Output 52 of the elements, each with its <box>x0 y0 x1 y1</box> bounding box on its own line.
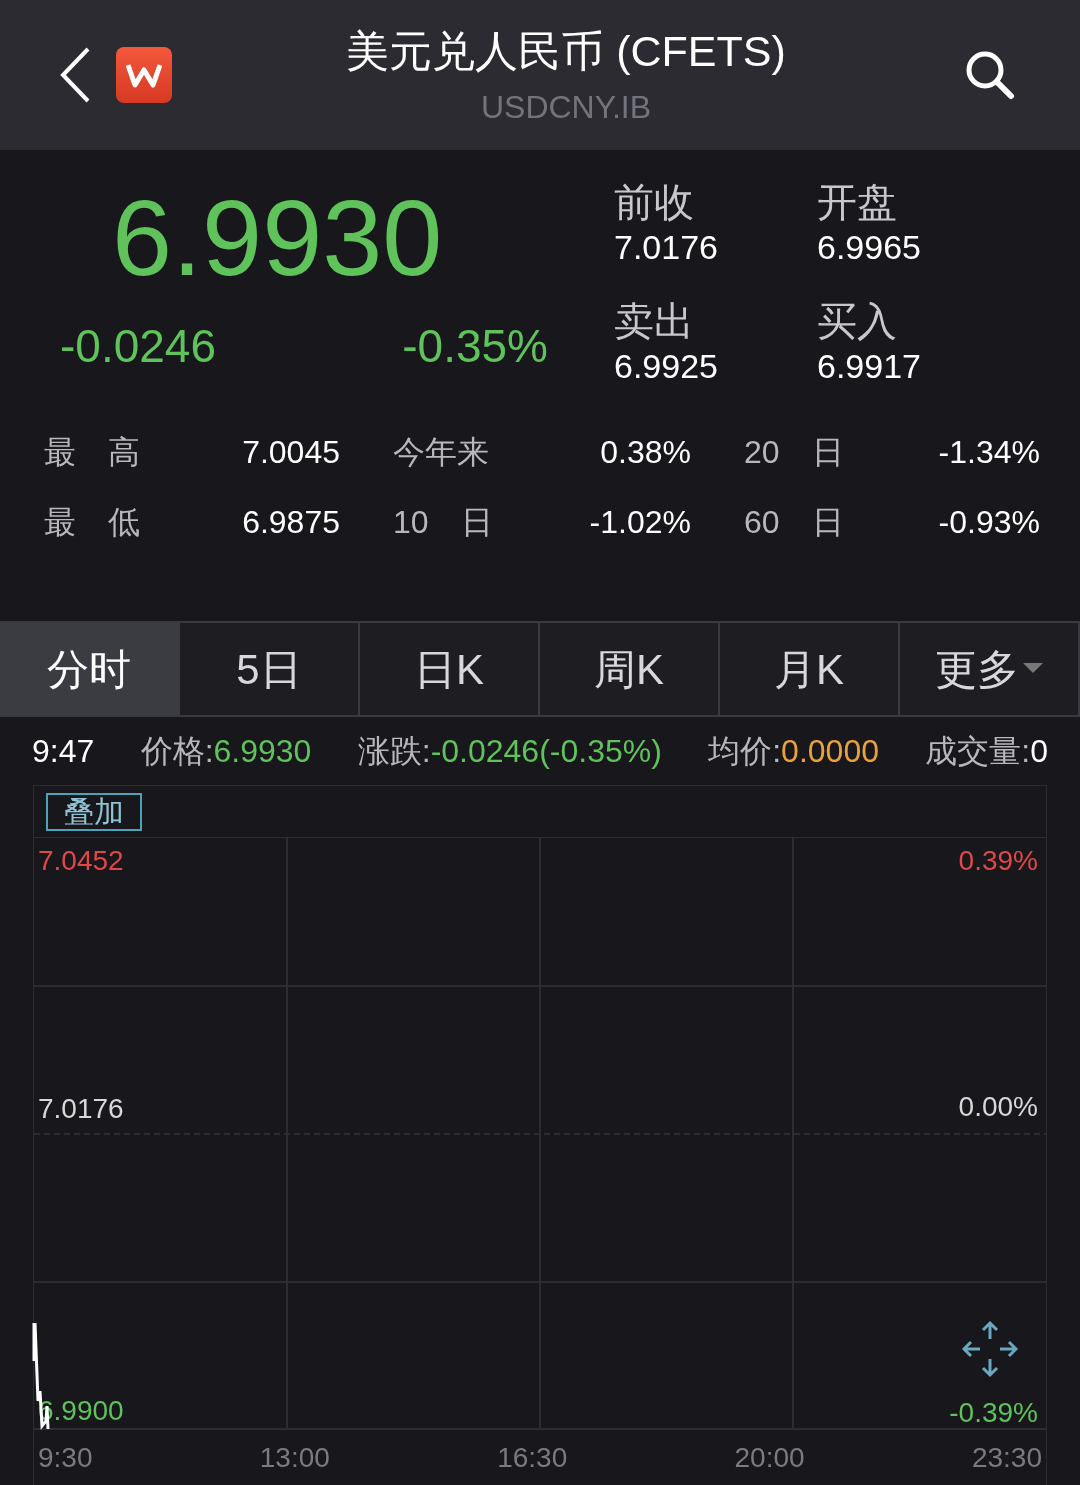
quote-info: 价格:6.9930 <box>140 732 312 771</box>
overlay-button[interactable]: 叠加 <box>46 792 142 831</box>
time-axis-label: 13:00 <box>259 1440 330 1475</box>
quote-label: 买入 <box>817 297 898 345</box>
quote-value: 6.9925 <box>614 345 719 387</box>
quote-label: 前收 <box>614 179 695 226</box>
caret-icon <box>1023 663 1043 675</box>
chart-tab[interactable]: 分时 <box>0 623 180 715</box>
price-change: -0.0246 <box>60 319 216 374</box>
page-title: 美元兑人民币 (CFETS) <box>346 26 786 77</box>
chart-tab[interactable]: 月K <box>720 623 900 715</box>
stat-label: 20 日 <box>744 432 844 472</box>
time-axis-label: 16:30 <box>497 1440 568 1475</box>
quote-info: 涨跌:-0.0246(-0.35%) <box>357 732 662 771</box>
quote-label: 开盘 <box>817 179 898 226</box>
quote-value: 7.0176 <box>614 227 719 268</box>
stat-value: -1.34% <box>938 432 1040 472</box>
stat-label: 最 高 <box>44 432 140 472</box>
symbol-code: USDCNY.IB <box>480 88 652 127</box>
quote-value: 6.9965 <box>817 227 922 268</box>
stat-value: 7.0045 <box>242 432 340 472</box>
percent-axis-label: 0.39% <box>958 845 1038 877</box>
chart-tab[interactable]: 更多 <box>900 623 1080 715</box>
current-price: 6.9930 <box>112 178 444 298</box>
search-icon <box>964 49 1016 101</box>
stat-label: 最 低 <box>44 502 140 542</box>
move-arrows-icon[interactable] <box>960 1319 1020 1379</box>
time-axis-label: 9:30 <box>38 1440 93 1475</box>
chart-tab[interactable]: 5日 <box>180 623 360 715</box>
back-icon <box>60 47 90 103</box>
stat-label: 10 日 <box>393 502 493 542</box>
price-axis-label: 7.0176 <box>38 1093 124 1125</box>
stat-value: 0.38% <box>600 432 691 472</box>
chart-tab[interactable]: 日K <box>360 623 540 715</box>
stat-label: 60 日 <box>744 502 844 542</box>
app-logo-icon[interactable] <box>116 47 172 103</box>
time-axis-label: 20:00 <box>734 1440 805 1475</box>
quote-value: 6.9917 <box>817 345 922 387</box>
quote-info: 成交量:0 <box>925 732 1048 771</box>
quote-label: 卖出 <box>614 297 695 345</box>
chart-tab[interactable]: 周K <box>540 623 720 715</box>
price-axis-label: 7.0452 <box>38 845 124 877</box>
percent-axis-label: -0.39% <box>949 1397 1038 1429</box>
stat-value: -0.93% <box>938 502 1040 542</box>
time-axis-label: 23:30 <box>971 1440 1042 1475</box>
change-percent: -0.35% <box>402 319 548 374</box>
stat-label: 今年来 <box>393 432 489 472</box>
percent-axis-label: 0.00% <box>958 1091 1038 1123</box>
stat-value: 6.9875 <box>242 502 340 542</box>
quote-info: 均价:0.0000 <box>708 732 879 771</box>
quote-time: 9:47 <box>32 732 95 771</box>
stat-value: -1.02% <box>589 502 691 542</box>
